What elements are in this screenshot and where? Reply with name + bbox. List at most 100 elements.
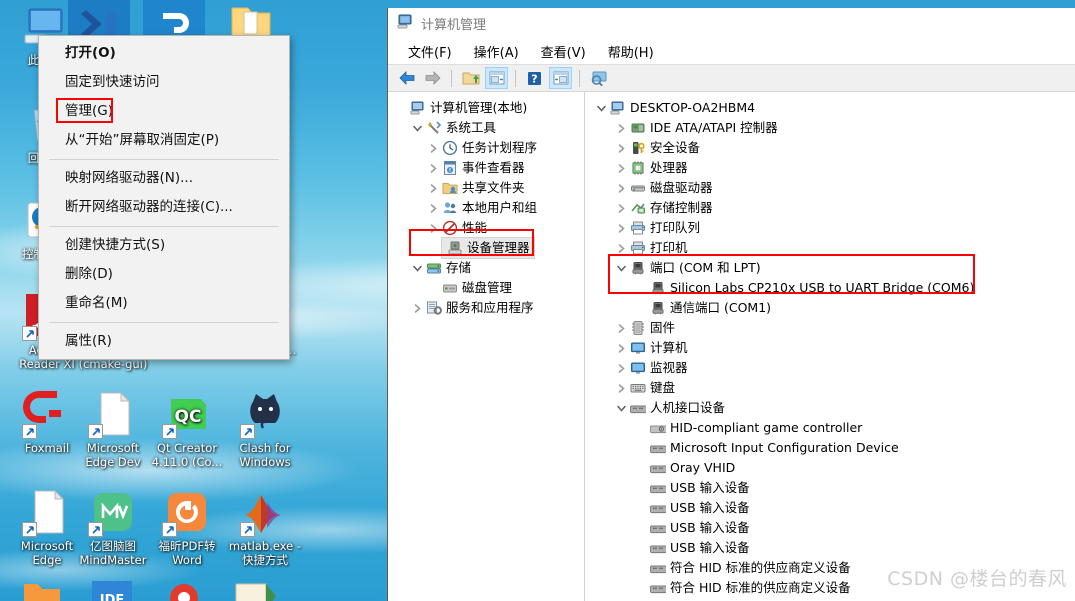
chevron-right-icon[interactable] xyxy=(614,343,629,353)
context-menu-item-properties[interactable]: 属性(R) xyxy=(39,327,289,356)
chevron-down-icon[interactable] xyxy=(614,404,629,413)
chevron-right-icon[interactable] xyxy=(614,323,629,333)
context-menu-item-map-network-drive[interactable]: 映射网络驱动器(N)... xyxy=(39,164,289,193)
tree-item-usb-input-device-2[interactable]: USB 输入设备 xyxy=(590,498,1075,518)
chevron-right-icon[interactable] xyxy=(426,223,441,233)
context-menu-item-open[interactable]: 打开(O) xyxy=(39,39,289,68)
tree-item-ms-input-config-device[interactable]: Microsoft Input Configuration Device xyxy=(590,438,1075,458)
desktop-icon-folder-orange[interactable] xyxy=(20,578,64,601)
window-titlebar[interactable]: 计算机管理 xyxy=(388,8,1075,38)
context-menu-item-delete[interactable]: 删除(D) xyxy=(39,260,289,289)
port-icon xyxy=(629,260,646,276)
chevron-right-icon[interactable] xyxy=(614,363,629,373)
context-menu-item-create-shortcut[interactable]: 创建快捷方式(S) xyxy=(39,231,289,260)
back-icon[interactable] xyxy=(395,67,418,89)
tree-item-monitors[interactable]: 监视器 xyxy=(590,358,1075,378)
tree-item-keyboards[interactable]: 键盘 xyxy=(590,378,1075,398)
tree-item-local-users-groups[interactable]: 本地用户和组 xyxy=(392,198,584,218)
tree-item-system-tools[interactable]: 系统工具 xyxy=(392,118,584,138)
chevron-right-icon[interactable] xyxy=(614,203,629,213)
desktop-icon-matlab-shortcut[interactable]: matlab.exe - 快捷方式 xyxy=(226,488,304,567)
device-tree-pane[interactable]: DESKTOP-OA2HBM4 IDE ATA/ATAPI 控制器 安全设备 处理器磁… xyxy=(585,92,1075,601)
chevron-right-icon[interactable] xyxy=(426,183,441,193)
chevron-right-icon[interactable] xyxy=(614,163,629,173)
window-menubar[interactable]: 文件(F) 操作(A) 查看(V) 帮助(H) xyxy=(388,38,1075,65)
tree-item-ports-com-lpt[interactable]: 端口 (COM 和 LPT) xyxy=(590,258,1075,278)
desktop-icon-red-circle-app[interactable] xyxy=(162,578,206,601)
tree-item-device-manager[interactable]: 设备管理器 xyxy=(392,237,584,259)
tree-item-label: 任务计划程序 xyxy=(462,140,538,155)
context-menu-item-unpin-from-start[interactable]: 从“开始”屏幕取消固定(P) xyxy=(39,126,289,155)
tree-item-silicon-labs-cp210x[interactable]: Silicon Labs CP210x USB to UART Bridge (… xyxy=(590,278,1075,298)
context-menu-item-disconnect-network-drive[interactable]: 断开网络驱动器的连接(C)... xyxy=(39,193,289,222)
chevron-right-icon[interactable] xyxy=(614,383,629,393)
desktop-context-menu[interactable]: 打开(O) 固定到快速访问 管理(G) 从“开始”屏幕取消固定(P) 映射网络驱… xyxy=(38,35,290,360)
tree-item-usb-input-device-1[interactable]: USB 输入设备 xyxy=(590,478,1075,498)
tree-item-human-interface-devices[interactable]: 人机接口设备 xyxy=(590,398,1075,418)
tree-item-storage-controllers[interactable]: 存储控制器 xyxy=(590,198,1075,218)
tree-item-oray-vhid[interactable]: Oray VHID xyxy=(590,458,1075,478)
tree-item-disk-drives[interactable]: 磁盘驱动器 xyxy=(590,178,1075,198)
show-tree-icon[interactable] xyxy=(485,67,508,89)
menu-action[interactable]: 操作(A) xyxy=(463,39,530,64)
chevron-down-icon[interactable] xyxy=(614,264,629,273)
context-menu-item-manage[interactable]: 管理(G) xyxy=(39,97,289,126)
desktop-icon-mindmaster[interactable]: 亿图脑图 MindMaster xyxy=(74,488,152,567)
desktop-icon-qt-creator[interactable]: QC Qt Creator 4.11.0 (Co... xyxy=(148,390,226,469)
tree-item-usb-input-device-4[interactable]: USB 输入设备 xyxy=(590,538,1075,558)
tree-item-label: 计算机 xyxy=(650,340,688,355)
help-icon[interactable]: ? xyxy=(523,67,546,89)
desktop-icon-microsoft-edge-dev[interactable]: Microsoft Edge Dev xyxy=(74,390,152,469)
properties-monitor-icon[interactable] xyxy=(587,67,610,89)
chevron-right-icon[interactable] xyxy=(614,143,629,153)
context-menu-item-pin-to-quick-access[interactable]: 固定到快速访问 xyxy=(39,68,289,97)
desktop-icon-ide[interactable]: IDE xyxy=(90,578,134,601)
tree-item-task-scheduler[interactable]: 任务计划程序 xyxy=(392,138,584,158)
tree-item-communications-port-com1[interactable]: 通信端口 (COM1) xyxy=(590,298,1075,318)
tree-item-hid-vendor-defined-2[interactable]: 符合 HID 标准的供应商定义设备 xyxy=(590,578,1075,598)
tree-item-processors[interactable]: 处理器 xyxy=(590,158,1075,178)
desktop-icon-mail-app[interactable] xyxy=(232,578,280,601)
desktop-icon-foxit-pdf-to-word[interactable]: 福昕PDF转 Word xyxy=(148,488,226,567)
chevron-right-icon[interactable] xyxy=(614,243,629,253)
tree-item-hid-vendor-defined-1[interactable]: 符合 HID 标准的供应商定义设备 xyxy=(590,558,1075,578)
chevron-right-icon[interactable] xyxy=(614,223,629,233)
desktop-icon-clash-for-windows[interactable]: Clash for Windows xyxy=(226,390,304,469)
chevron-right-icon[interactable] xyxy=(426,143,441,153)
tree-item-computer-management-local[interactable]: 计算机管理(本地) xyxy=(392,98,584,118)
menu-help[interactable]: 帮助(H) xyxy=(597,39,665,64)
tree-item-firmware[interactable]: 固件 xyxy=(590,318,1075,338)
forward-icon[interactable] xyxy=(421,67,444,89)
chevron-right-icon[interactable] xyxy=(614,183,629,193)
shortcut-arrow-icon xyxy=(22,424,37,439)
tree-item-services-and-applications[interactable]: 服务和应用程序 xyxy=(392,298,584,318)
chevron-down-icon[interactable] xyxy=(594,104,609,113)
tree-item-security-devices[interactable]: 安全设备 xyxy=(590,138,1075,158)
chevron-right-icon[interactable] xyxy=(614,123,629,133)
context-menu-item-rename[interactable]: 重命名(M) xyxy=(39,289,289,318)
tree-item-storage[interactable]: 存储 xyxy=(392,258,584,278)
up-folder-icon[interactable] xyxy=(459,67,482,89)
tree-item-shared-folders[interactable]: 共享文件夹 xyxy=(392,178,584,198)
menu-view[interactable]: 查看(V) xyxy=(530,39,597,64)
tree-item-performance[interactable]: 性能 xyxy=(392,218,584,238)
tree-item-printers[interactable]: 打印机 xyxy=(590,238,1075,258)
tree-item-print-queues[interactable]: 打印队列 xyxy=(590,218,1075,238)
tree-item-usb-input-device-3[interactable]: USB 输入设备 xyxy=(590,518,1075,538)
tree-item-event-viewer[interactable]: 事件查看器 xyxy=(392,158,584,178)
chevron-down-icon[interactable] xyxy=(410,264,425,273)
chevron-down-icon[interactable] xyxy=(410,124,425,133)
tree-item-disk-management[interactable]: 磁盘管理 xyxy=(392,278,584,298)
tree-item-device-root[interactable]: DESKTOP-OA2HBM4 xyxy=(590,98,1075,118)
menu-file[interactable]: 文件(F) xyxy=(397,39,463,64)
tree-item-ide-ata-atapi-controllers[interactable]: IDE ATA/ATAPI 控制器 xyxy=(590,118,1075,138)
tree-item-label: USB 输入设备 xyxy=(670,480,750,495)
show-action-pane-icon[interactable] xyxy=(549,67,572,89)
chevron-right-icon[interactable] xyxy=(410,303,425,313)
console-tree-pane[interactable]: 计算机管理(本地) 系统工具任务计划程序事件查看器 共享文件夹 本地用户和组 性能 设备管… xyxy=(388,92,585,601)
window-toolbar[interactable]: ? xyxy=(388,65,1075,92)
chevron-right-icon[interactable] xyxy=(426,163,441,173)
tree-item-computer[interactable]: 计算机 xyxy=(590,338,1075,358)
tree-item-hid-game-controller[interactable]: HID-compliant game controller xyxy=(590,418,1075,438)
chevron-right-icon[interactable] xyxy=(426,203,441,213)
